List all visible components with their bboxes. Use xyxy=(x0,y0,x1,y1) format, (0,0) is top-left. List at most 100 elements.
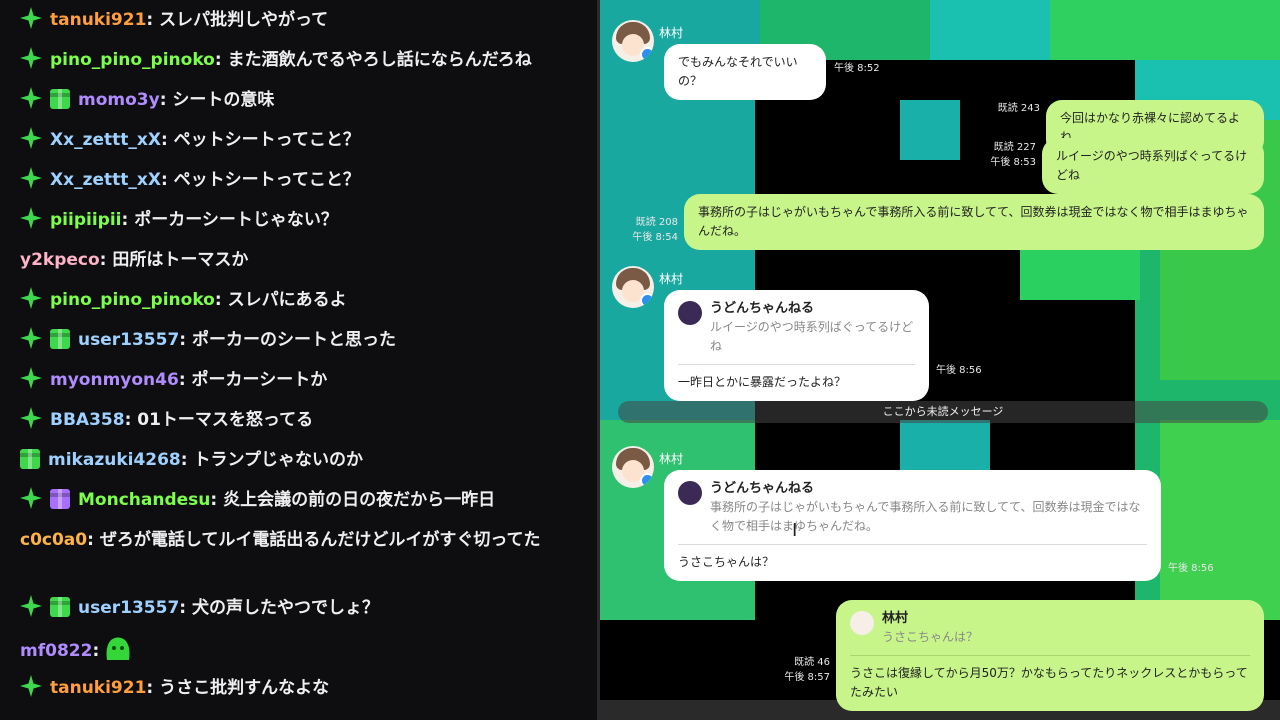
chat-username[interactable]: mf0822 xyxy=(20,641,92,661)
chat-message: piipiipii: ポーカーシートじゃない？ xyxy=(20,206,577,235)
chat-username[interactable]: user13557 xyxy=(78,598,179,618)
chat-username[interactable]: c0c0a0 xyxy=(20,530,87,550)
chat-username[interactable]: mikazuki4268 xyxy=(48,450,181,470)
quoted-message[interactable]: うどんちゃんねる ルイージのやつ時系列ばぐってるけどね xyxy=(678,299,915,365)
message-time: 午後 8:54 xyxy=(632,232,678,243)
chat-username[interactable]: BBA358 xyxy=(50,410,125,430)
message-text: ルイージのやつ時系列ばぐってるけどね xyxy=(1056,149,1248,182)
moderator-icon[interactable] xyxy=(20,407,42,429)
chat-message: c0c0a0: ぜろが電話してルイ電話出るんだけどルイがすぐ切ってた xyxy=(20,526,577,555)
quote-text: うさこちゃんは？ xyxy=(882,630,979,644)
sender-avatar[interactable] xyxy=(612,266,654,308)
message-text: 事務所の子はじゃがいもちゃんで事務所入る前に致してて、回数券は現金ではなく物で相… xyxy=(698,205,1249,238)
chat-username[interactable]: momo3y xyxy=(78,90,160,110)
chat-message: BBA358: 01トーマスを怒ってる xyxy=(20,406,577,435)
gift-green-icon[interactable] xyxy=(20,449,40,469)
quote-avatar-icon xyxy=(678,301,702,325)
chat-username[interactable]: user13557 xyxy=(78,330,179,350)
chat-message-text: : スレパにあるよ xyxy=(214,290,347,310)
quote-sender-name: うどんちゃんねる xyxy=(710,481,815,496)
chat-username[interactable]: tanuki921 xyxy=(50,678,146,698)
chat-message-text: : トランプじゃないのか xyxy=(180,450,363,470)
quoted-message[interactable]: うどんちゃんねる 事務所の子はじゃがいもちゃんで事務所入る前に致してて、回数券は… xyxy=(678,479,1147,545)
quote-text: 事務所の子はじゃがいもちゃんで事務所入る前に致してて、回数券は現金ではなく物で相… xyxy=(710,500,1141,533)
message-bubble-reply[interactable]: うどんちゃんねる 事務所の子はじゃがいもちゃんで事務所入る前に致してて、回数券は… xyxy=(664,470,1161,581)
quote-sender-name: 林村 xyxy=(882,611,909,626)
gift-green-icon[interactable] xyxy=(50,329,70,349)
chat-username[interactable]: myonmyon46 xyxy=(50,370,179,390)
chat-message: Xx_zettt_xX: ペットシートってこと？ xyxy=(20,166,577,195)
gift-green-icon[interactable] xyxy=(50,597,70,617)
message-text: 一昨日とかに暴露だったよね？ xyxy=(678,375,847,389)
quoted-message[interactable]: 林村 うさこちゃんは？ xyxy=(850,609,1250,656)
sender-avatar[interactable] xyxy=(612,20,654,62)
chat-message-text: : xyxy=(92,641,100,661)
chat-username[interactable]: Xx_zettt_xX xyxy=(50,130,161,150)
verified-icon xyxy=(640,293,654,308)
verified-icon xyxy=(640,473,654,488)
chat-message-text: : スレパ批判しやがって xyxy=(146,10,329,30)
stream-chat-panel: tanuki921: スレパ批判しやがって pino_pino_pinoko: ま… xyxy=(0,0,597,720)
chat-message: Monchandesu: 炎上会議の前の日の夜だから一昨日 xyxy=(20,486,577,515)
moderator-icon[interactable] xyxy=(20,7,42,29)
read-count: 既読 243 xyxy=(997,103,1040,114)
chat-message-text: : ポーカーのシートと思った xyxy=(179,330,396,350)
moderator-icon[interactable] xyxy=(20,675,42,697)
message-bubble-mine[interactable]: ルイージのやつ時系列ばぐってるけどね xyxy=(1042,138,1264,194)
message-bubble[interactable]: でもみんなそれでいいの？ xyxy=(664,44,826,100)
message-time: 午後 8:52 xyxy=(834,63,880,74)
verified-icon xyxy=(640,47,654,62)
chat-message: momo3y: シートの意味 xyxy=(20,86,577,115)
moderator-icon[interactable] xyxy=(20,87,42,109)
chat-message-text: : ペットシートってこと？ xyxy=(160,170,360,190)
message-time: 午後 8:56 xyxy=(1168,563,1214,574)
sender-avatar[interactable] xyxy=(612,446,654,488)
chat-message-text: : シートの意味 xyxy=(159,90,275,110)
unread-divider: ここから未読メッセージ xyxy=(618,401,1268,423)
chat-message: user13557: ポーカーのシートと思った xyxy=(20,326,577,355)
chat-message-text: : また酒飲んでるやろし話にならんだろね xyxy=(214,50,532,70)
chat-username[interactable]: y2kpeco xyxy=(20,250,100,270)
moderator-icon[interactable] xyxy=(20,127,42,149)
message-bubble-mine-reply[interactable]: 林村 うさこちゃんは？ うさこは復縁してから月50万？かなもらってたりネックレス… xyxy=(836,600,1264,711)
chat-message: myonmyon46: ポーカーシートか xyxy=(20,366,577,395)
quote-avatar-icon xyxy=(850,611,874,635)
chat-message: pino_pino_pinoko: スレパにあるよ xyxy=(20,286,577,315)
chat-message-text: : 田所はトーマスか xyxy=(99,250,249,270)
moderator-icon[interactable] xyxy=(20,487,42,509)
moderator-icon[interactable] xyxy=(20,595,42,617)
chat-username[interactable]: pino_pino_pinoko xyxy=(50,290,215,310)
chat-message-text: : 炎上会議の前の日の夜だから一昨日 xyxy=(210,490,496,510)
chat-username[interactable]: Monchandesu xyxy=(78,490,210,510)
moderator-icon[interactable] xyxy=(20,287,42,309)
moderator-icon[interactable] xyxy=(20,167,42,189)
message-time: 午後 8:56 xyxy=(936,365,982,376)
message-bubble-reply[interactable]: うどんちゃんねる ルイージのやつ時系列ばぐってるけどね 一昨日とかに暴露だったよ… xyxy=(664,290,929,401)
chat-username[interactable]: piipiipii xyxy=(50,210,121,230)
read-count: 既読 46 xyxy=(794,657,830,668)
quote-sender-name: うどんちゃんねる xyxy=(710,301,815,316)
chat-message-text: : ポーカーシートか xyxy=(178,370,328,390)
chat-username[interactable]: pino_pino_pinoko xyxy=(50,50,215,70)
chat-message: pino_pino_pinoko: また酒飲んでるやろし話にならんだろね xyxy=(20,46,577,75)
message-bubble-mine[interactable]: 事務所の子はじゃがいもちゃんで事務所入る前に致してて、回数券は現金ではなく物で相… xyxy=(684,194,1264,250)
sender-name: 林村 xyxy=(659,272,684,286)
chat-username[interactable]: Xx_zettt_xX xyxy=(50,170,161,190)
gift-purple-icon[interactable] xyxy=(50,489,70,509)
moderator-icon[interactable] xyxy=(20,327,42,349)
moderator-icon[interactable] xyxy=(20,367,42,389)
chat-message: y2kpeco: 田所はトーマスか xyxy=(20,246,577,275)
moderator-icon[interactable] xyxy=(20,47,42,69)
green-blob-emote[interactable] xyxy=(103,634,133,664)
message-time: 午後 8:53 xyxy=(990,157,1036,168)
read-count: 既読 227 xyxy=(993,142,1036,153)
gift-green-icon[interactable] xyxy=(50,89,70,109)
chat-username[interactable]: tanuki921 xyxy=(50,10,146,30)
chat-message-text: : 01トーマスを怒ってる xyxy=(124,410,314,430)
chat-message: mf0822: xyxy=(20,634,577,666)
message-text: うさこは復縁してから月50万？かなもらってたりネックレスとかもらってたみたい xyxy=(850,666,1248,699)
quote-avatar-icon xyxy=(678,481,702,505)
moderator-icon[interactable] xyxy=(20,207,42,229)
message-text: でもみんなそれでいいの？ xyxy=(678,55,798,88)
chat-message-text: : ぜろが電話してルイ電話出るんだけどルイがすぐ切ってた xyxy=(87,530,541,550)
